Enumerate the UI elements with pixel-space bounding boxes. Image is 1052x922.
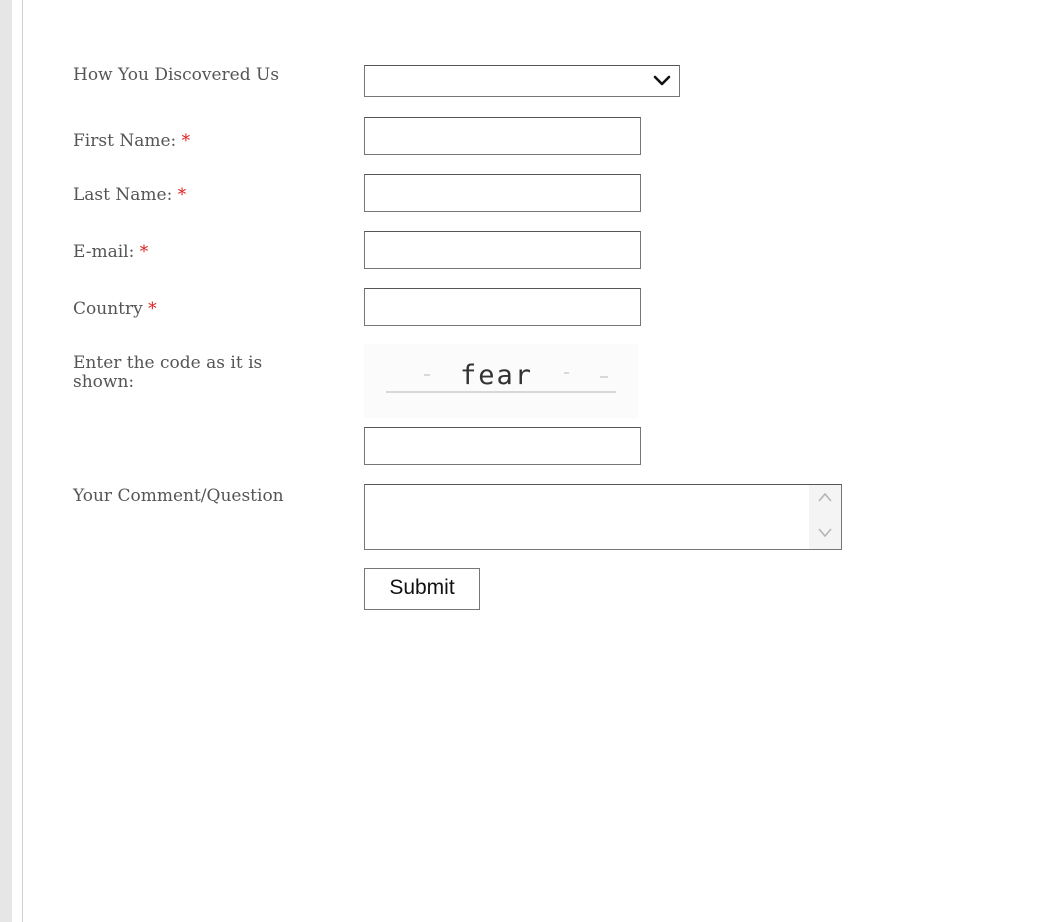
required-marker: * (177, 185, 187, 205)
captcha-noise-dot (424, 374, 430, 376)
country-label: Country * (73, 300, 157, 319)
country-input[interactable] (364, 288, 641, 326)
comment-textarea[interactable] (364, 484, 842, 550)
chevron-up-icon[interactable] (817, 491, 833, 503)
captcha-input[interactable] (364, 427, 641, 465)
email-input[interactable] (364, 231, 641, 269)
left-divider (22, 0, 23, 922)
required-marker: * (181, 131, 191, 151)
comment-label-text: Your Comment/Question (73, 486, 284, 506)
required-marker: * (148, 299, 157, 319)
comment-label: Your Comment/Question (73, 487, 284, 506)
submit-button[interactable]: Submit (364, 568, 480, 610)
captcha-noise-dot (564, 372, 569, 374)
country-label-text: Country (73, 299, 143, 319)
first-name-input[interactable] (364, 117, 641, 155)
comment-scrollbar[interactable] (809, 485, 841, 549)
required-marker: * (139, 242, 149, 262)
discovered-select[interactable] (364, 65, 680, 97)
discovered-label-text: How You Discovered Us (73, 65, 280, 85)
last-name-input[interactable] (364, 174, 641, 212)
captcha-label-text: Enter the code as it is shown: (73, 353, 263, 392)
captcha-image: fear (364, 344, 638, 418)
last-name-label-text: Last Name: (73, 185, 173, 205)
left-sidebar-gutter (0, 0, 12, 922)
email-label: E-mail: * (73, 243, 148, 262)
discovered-label: How You Discovered Us (73, 66, 279, 85)
first-name-label: First Name: * (73, 132, 190, 151)
chevron-down-icon (653, 75, 671, 86)
captcha-noise-dot (600, 376, 608, 378)
captcha-label: Enter the code as it is shown: (73, 354, 313, 392)
chevron-down-icon[interactable] (817, 527, 833, 539)
captcha-noise-line (386, 391, 616, 393)
captcha-code: fear (460, 360, 534, 391)
first-name-label-text: First Name: (73, 131, 177, 151)
last-name-label: Last Name: * (73, 186, 186, 205)
email-label-text: E-mail: (73, 242, 135, 262)
